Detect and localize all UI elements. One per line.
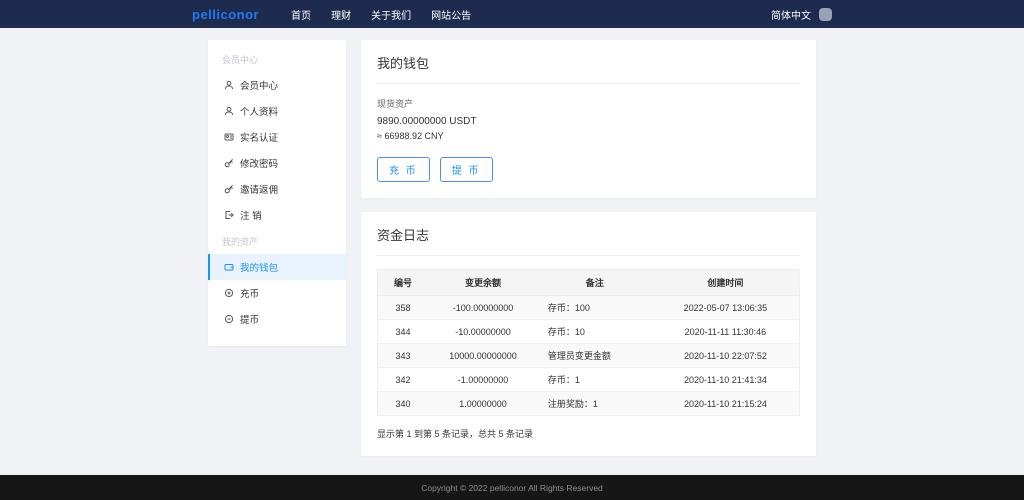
table-row: 340 1.00000000 注册奖励：1 2020-11-10 21:15:2… <box>378 392 800 416</box>
wallet-icon <box>224 262 234 272</box>
table-row: 344 -10.00000000 存币：10 2020-11-11 11:30:… <box>378 320 800 344</box>
withdraw-button[interactable]: 提 币 <box>440 157 493 182</box>
language-selector[interactable]: 简体中文 <box>771 7 811 22</box>
table-header-row: 编号 变更余额 备注 创建时间 <box>378 270 800 296</box>
withdraw-icon <box>224 314 234 324</box>
sidebar-item-label: 会员中心 <box>240 78 278 92</box>
profile-icon <box>224 106 234 116</box>
sidebar-section-assets: 我的资产 <box>208 228 346 254</box>
sidebar-item-change-password[interactable]: 修改密码 <box>208 150 346 176</box>
sidebar-item-referral[interactable]: 邀请返佣 <box>208 176 346 202</box>
spot-asset-label: 现货资产 <box>377 97 800 110</box>
nav-item-finance[interactable]: 理财 <box>331 7 351 22</box>
sidebar-item-label: 提币 <box>240 312 259 326</box>
cell-time: 2020-11-10 22:07:52 <box>652 344 800 368</box>
cny-equivalent: ≈ 66988.92 CNY <box>377 131 800 141</box>
cell-note: 注册奖励：1 <box>538 392 652 416</box>
cell-amount: 10000.00000000 <box>428 344 538 368</box>
main-area: 我的钱包 现货资产 9890.00000000 USDT ≈ 66988.92 … <box>361 40 816 456</box>
id-card-icon <box>224 132 234 142</box>
fund-log-table: 编号 变更余额 备注 创建时间 358 -100.00000000 存币：100… <box>377 269 800 416</box>
nav-menu: 首页 理财 关于我们 网站公告 <box>291 7 471 22</box>
sidebar-item-label: 修改密码 <box>240 156 278 170</box>
sidebar-item-label: 我的钱包 <box>240 260 278 274</box>
column-header-id: 编号 <box>378 270 429 296</box>
cell-id: 343 <box>378 344 429 368</box>
fund-log-title: 资金日志 <box>377 225 800 256</box>
sidebar-item-my-wallet[interactable]: 我的钱包 <box>208 254 346 280</box>
copyright-text: Copyright © 2022 pelliconor All Rights R… <box>421 483 603 493</box>
page-content: 会员中心 会员中心 个人资料 实名认证 修改密码 邀请返佣 注 销 我的资产 <box>208 40 816 475</box>
cell-note: 存币：100 <box>538 296 652 320</box>
sidebar-item-label: 邀请返佣 <box>240 182 278 196</box>
table-row: 342 -1.00000000 存币：1 2020-11-10 21:41:34 <box>378 368 800 392</box>
sidebar-section-member: 会员中心 <box>208 46 346 72</box>
cell-note: 存币：10 <box>538 320 652 344</box>
sidebar-item-member-center[interactable]: 会员中心 <box>208 72 346 98</box>
cell-amount: -1.00000000 <box>428 368 538 392</box>
user-avatar[interactable] <box>819 8 832 21</box>
table-record-summary: 显示第 1 到第 5 条记录，总共 5 条记录 <box>377 427 800 440</box>
sidebar-item-label: 实名认证 <box>240 130 278 144</box>
cell-amount: 1.00000000 <box>428 392 538 416</box>
fund-log-card: 资金日志 编号 变更余额 备注 创建时间 358 -100.00000000 存… <box>361 212 816 456</box>
brand-logo[interactable]: pelliconor <box>192 7 259 22</box>
cell-id: 358 <box>378 296 429 320</box>
cell-id: 342 <box>378 368 429 392</box>
sidebar: 会员中心 会员中心 个人资料 实名认证 修改密码 邀请返佣 注 销 我的资产 <box>208 40 346 346</box>
column-header-note: 备注 <box>538 270 652 296</box>
table-row: 358 -100.00000000 存币：100 2022-05-07 13:0… <box>378 296 800 320</box>
user-icon <box>224 80 234 90</box>
wallet-card: 我的钱包 现货资产 9890.00000000 USDT ≈ 66988.92 … <box>361 40 816 198</box>
logout-icon <box>224 210 234 220</box>
cell-time: 2020-11-10 21:41:34 <box>652 368 800 392</box>
deposit-icon <box>224 288 234 298</box>
cell-time: 2020-11-11 11:30:46 <box>652 320 800 344</box>
column-header-amount: 变更余额 <box>428 270 538 296</box>
sidebar-item-deposit[interactable]: 充币 <box>208 280 346 306</box>
cell-note: 存币：1 <box>538 368 652 392</box>
sidebar-item-label: 充币 <box>240 286 259 300</box>
cell-amount: -100.00000000 <box>428 296 538 320</box>
cell-time: 2022-05-07 13:06:35 <box>652 296 800 320</box>
nav-item-home[interactable]: 首页 <box>291 7 311 22</box>
nav-item-announcements[interactable]: 网站公告 <box>431 7 471 22</box>
page-footer: Copyright © 2022 pelliconor All Rights R… <box>0 475 1024 500</box>
cell-amount: -10.00000000 <box>428 320 538 344</box>
column-header-time: 创建时间 <box>652 270 800 296</box>
table-row: 343 10000.00000000 管理员变更金额 2020-11-10 22… <box>378 344 800 368</box>
sidebar-item-withdraw[interactable]: 提币 <box>208 306 346 332</box>
deposit-button[interactable]: 充 币 <box>377 157 430 182</box>
cell-note: 管理员变更金额 <box>538 344 652 368</box>
sidebar-item-label: 个人资料 <box>240 104 278 118</box>
sidebar-item-profile[interactable]: 个人资料 <box>208 98 346 124</box>
cell-id: 340 <box>378 392 429 416</box>
sidebar-item-logout[interactable]: 注 销 <box>208 202 346 228</box>
top-navbar: pelliconor 首页 理财 关于我们 网站公告 简体中文 <box>0 0 1024 28</box>
key-icon <box>224 184 234 194</box>
cell-time: 2020-11-10 21:15:24 <box>652 392 800 416</box>
wallet-card-title: 我的钱包 <box>377 53 800 84</box>
sidebar-item-label: 注 销 <box>240 208 262 222</box>
sidebar-item-kyc[interactable]: 实名认证 <box>208 124 346 150</box>
usdt-balance: 9890.00000000 USDT <box>377 116 800 127</box>
nav-item-about[interactable]: 关于我们 <box>371 7 411 22</box>
cell-id: 344 <box>378 320 429 344</box>
key-icon <box>224 158 234 168</box>
